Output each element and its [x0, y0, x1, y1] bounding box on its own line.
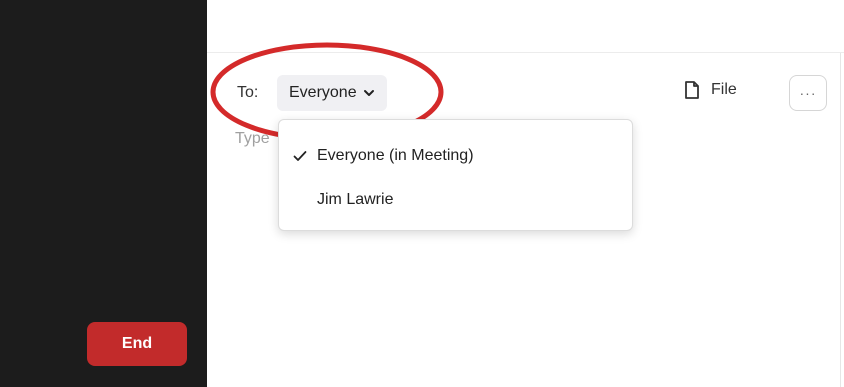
end-button[interactable]: End — [87, 322, 187, 366]
dropdown-item-jim-lawrie[interactable]: Jim Lawrie — [279, 180, 632, 220]
file-button[interactable]: File — [683, 80, 737, 100]
dropdown-item-everyone[interactable]: Everyone (in Meeting) — [279, 136, 632, 176]
file-icon — [685, 81, 699, 99]
right-edge-divider — [840, 53, 841, 387]
dropdown-item-label: Jim Lawrie — [317, 191, 394, 208]
more-options-button[interactable]: ··· — [789, 75, 827, 111]
chat-panel: To: Everyone File ··· Type Everyone (in … — [207, 0, 844, 387]
recipient-dropdown-menu: Everyone (in Meeting) Jim Lawrie — [278, 119, 633, 231]
file-label: File — [711, 81, 737, 98]
dropdown-item-label: Everyone (in Meeting) — [317, 147, 474, 164]
left-panel: End — [0, 0, 207, 387]
check-icon — [293, 151, 307, 161]
message-input-placeholder[interactable]: Type — [235, 130, 270, 148]
